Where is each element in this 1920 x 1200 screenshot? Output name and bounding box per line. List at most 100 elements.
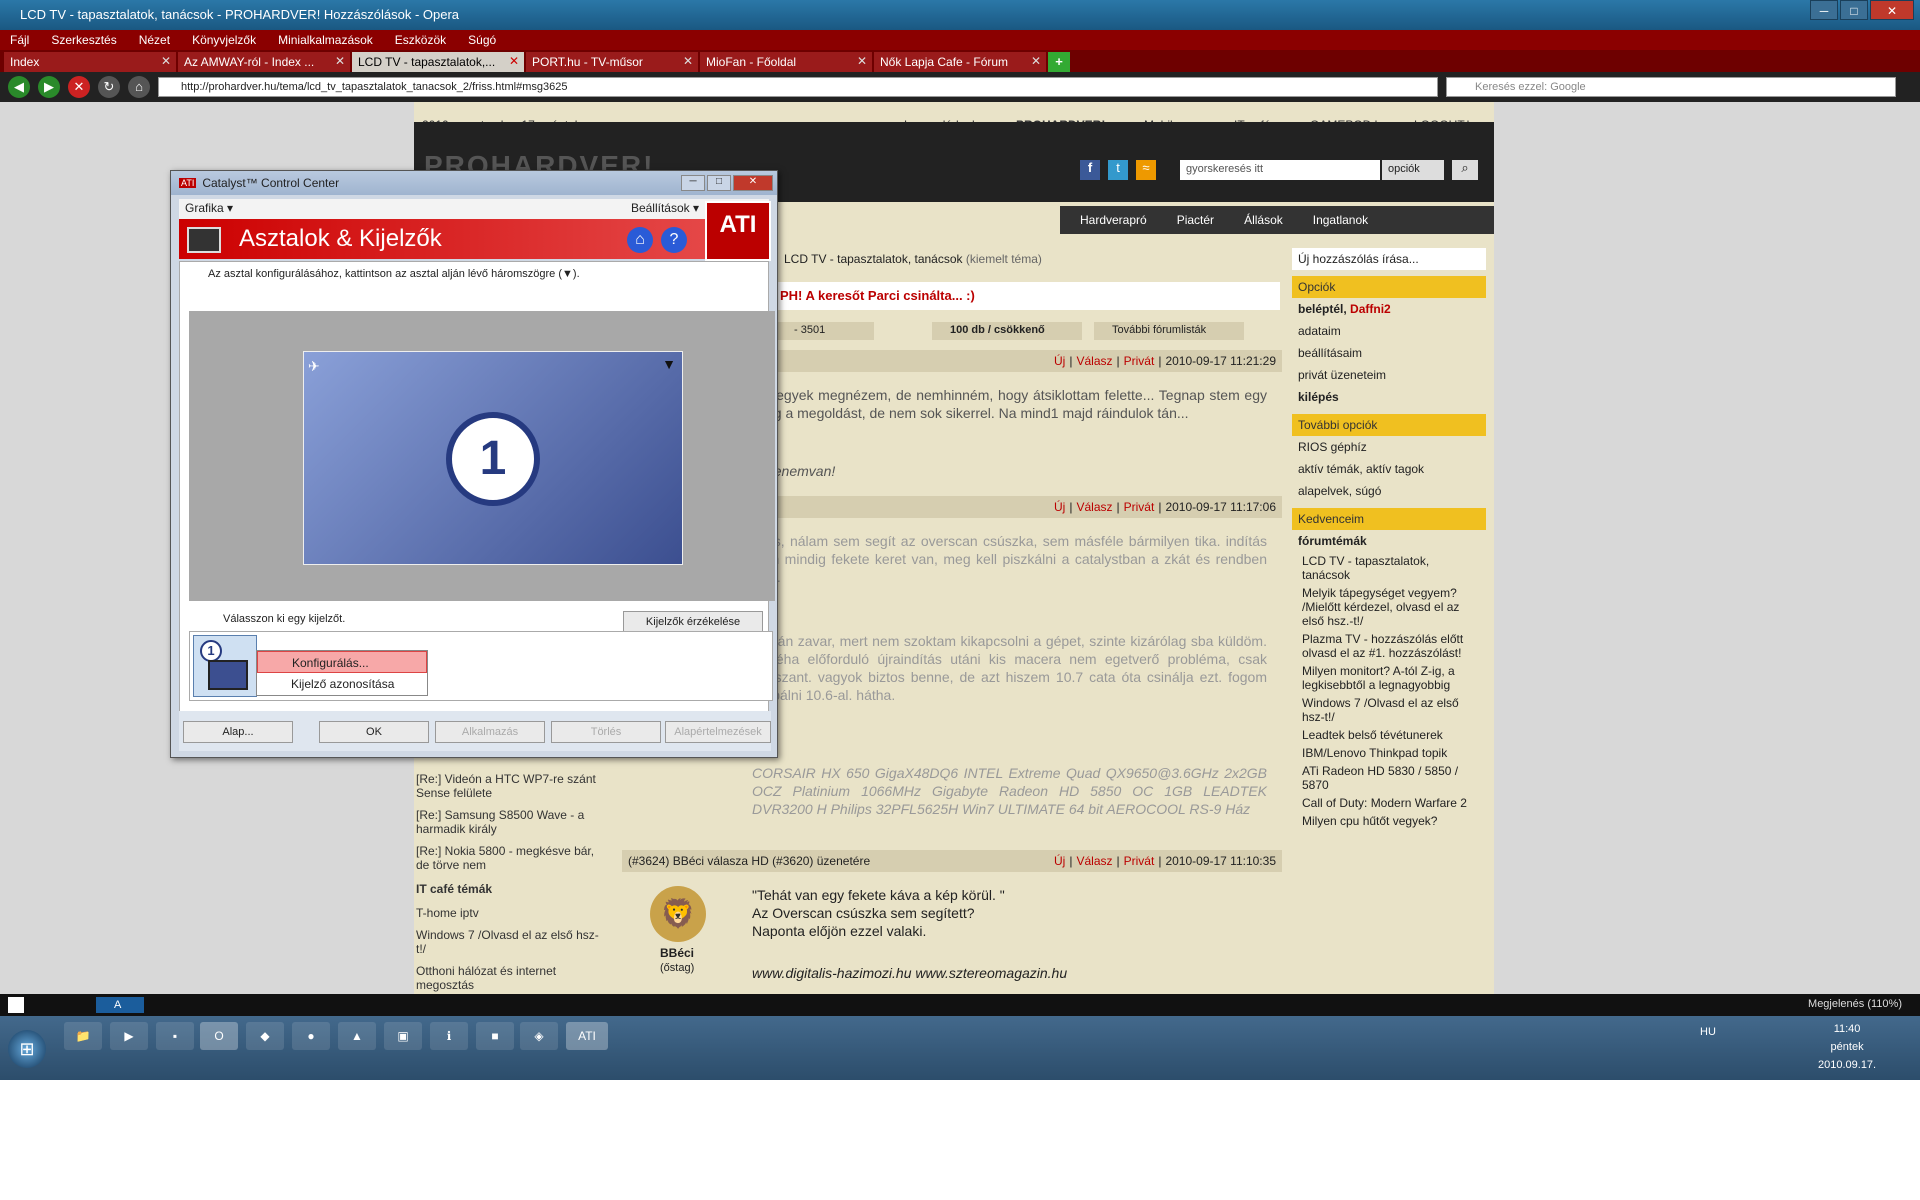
- ok-button[interactable]: OK: [319, 721, 429, 743]
- pager-select[interactable]: - 3501: [774, 322, 874, 340]
- nav-ingatlanok[interactable]: Ingatlanok: [1313, 213, 1368, 227]
- site-search-input[interactable]: gyorskeresés itt: [1180, 160, 1380, 180]
- panel-toggle-icon[interactable]: [8, 997, 24, 1013]
- basic-button[interactable]: Alap...: [183, 721, 293, 743]
- url-field[interactable]: http://prohardver.hu/tema/lcd_tv_tapaszt…: [158, 77, 1438, 97]
- left-thread-2[interactable]: [Re:] Samsung S8500 Wave - a harmadik ki…: [416, 808, 606, 836]
- settings-menu[interactable]: Beállítások ▾: [631, 201, 699, 217]
- tab-port[interactable]: PORT.hu - TV-műsor ✕: [526, 52, 698, 72]
- search-field[interactable]: Keresés ezzel: Google: [1446, 77, 1896, 97]
- nav-piacter[interactable]: Piactér: [1177, 213, 1214, 227]
- option-profile[interactable]: adataim: [1292, 320, 1486, 342]
- fav-item[interactable]: Milyen cpu hűtőt vegyek?: [1292, 812, 1486, 830]
- facebook-icon[interactable]: f: [1080, 160, 1100, 180]
- post1-reply[interactable]: Válasz: [1076, 354, 1112, 368]
- avatar[interactable]: 🦁: [650, 886, 706, 942]
- post1-private[interactable]: Privát: [1124, 354, 1155, 368]
- forward-icon[interactable]: ▶: [38, 76, 60, 98]
- left-itcafe-1[interactable]: T-home iptv: [416, 906, 606, 920]
- save-taskbar-icon[interactable]: ▪: [156, 1022, 194, 1050]
- nav-allasok[interactable]: Állások: [1244, 213, 1283, 227]
- ati-taskbar-icon[interactable]: ATI: [566, 1022, 608, 1050]
- catalyst-minimize-button[interactable]: ─: [681, 175, 705, 191]
- opera-taskbar-icon[interactable]: O: [200, 1022, 238, 1050]
- post3-new[interactable]: Új: [1054, 854, 1065, 868]
- more-option-1[interactable]: RIOS géphíz: [1292, 436, 1486, 458]
- vlc-taskbar-icon[interactable]: ▲: [338, 1022, 376, 1050]
- more-option-2[interactable]: aktív témák, aktív tagok: [1292, 458, 1486, 480]
- menu-file[interactable]: Fájl: [10, 33, 29, 47]
- post1-new[interactable]: Új: [1054, 354, 1065, 368]
- home-icon[interactable]: ⌂: [627, 227, 653, 253]
- per-page-select[interactable]: 100 db / csökkenő: [932, 322, 1082, 340]
- fav-item[interactable]: IBM/Lenovo Thinkpad topik: [1292, 744, 1486, 762]
- fav-item[interactable]: Leadtek belső tévétunerek: [1292, 726, 1486, 744]
- fav-item[interactable]: LCD TV - tapasztalatok, tanácsok: [1292, 552, 1486, 584]
- site-search-options[interactable]: opciók: [1382, 160, 1444, 180]
- site-search-icon[interactable]: ⌕: [1452, 160, 1478, 180]
- left-itcafe-3[interactable]: Otthoni hálózat és internet megosztás: [416, 964, 606, 992]
- chrome-taskbar-icon[interactable]: ●: [292, 1022, 330, 1050]
- fav-item[interactable]: Plazma TV - hozzászólás előtt olvasd el …: [1292, 630, 1486, 662]
- stop-icon[interactable]: ✕: [68, 76, 90, 98]
- reload-icon[interactable]: ↻: [98, 76, 120, 98]
- start-button[interactable]: ⊞: [8, 1030, 46, 1068]
- more-option-3[interactable]: alapelvek, súgó: [1292, 480, 1486, 502]
- tab-miofan[interactable]: MioFan - Főoldal ✕: [700, 52, 872, 72]
- media-taskbar-icon[interactable]: ▶: [110, 1022, 148, 1050]
- new-tab-button[interactable]: +: [1048, 52, 1070, 72]
- post2-new[interactable]: Új: [1054, 500, 1065, 514]
- chip-taskbar-icon[interactable]: ■: [476, 1022, 514, 1050]
- minimize-button[interactable]: ─: [1810, 0, 1838, 20]
- app-taskbar-icon[interactable]: ◆: [246, 1022, 284, 1050]
- desktop-1[interactable]: ✈ ▼ 1: [303, 351, 683, 565]
- tab-close-icon[interactable]: ✕: [857, 54, 867, 68]
- post3-reply[interactable]: Válasz: [1076, 854, 1112, 868]
- zoom-level[interactable]: Megjelenés (110%): [1808, 998, 1902, 1010]
- clock[interactable]: 11:40 péntek 2010.09.17.: [1818, 1020, 1876, 1074]
- post2-private[interactable]: Privát: [1124, 500, 1155, 514]
- app2-taskbar-icon[interactable]: ◈: [520, 1022, 558, 1050]
- post3-ref[interactable]: (#3624) BBéci válasza HD (#3620) üzeneté…: [628, 854, 1050, 868]
- language-indicator[interactable]: HU: [1700, 1026, 1716, 1038]
- option-logout[interactable]: kilépés: [1292, 386, 1486, 408]
- identify-display-menu-item[interactable]: Kijelző azonosítása: [257, 673, 427, 695]
- menu-tools[interactable]: Eszközök: [395, 33, 446, 47]
- menu-edit[interactable]: Szerkesztés: [51, 33, 116, 47]
- maximize-button[interactable]: □: [1840, 0, 1868, 20]
- close-button[interactable]: ✕: [1870, 0, 1914, 20]
- explorer-taskbar-icon[interactable]: 📁: [64, 1022, 102, 1050]
- detect-displays-button[interactable]: Kijelzők érzékelése: [623, 611, 763, 633]
- tab-noklapja[interactable]: Nők Lapja Cafe - Fórum ✕: [874, 52, 1046, 72]
- post2-reply[interactable]: Válasz: [1076, 500, 1112, 514]
- twitter-icon[interactable]: t: [1108, 160, 1128, 180]
- fav-item[interactable]: Milyen monitort? A-tól Z-ig, a legkisebb…: [1292, 662, 1486, 694]
- catalyst-titlebar[interactable]: ATI Catalyst™ Control Center ─ □ ✕: [171, 171, 777, 195]
- left-itcafe-2[interactable]: Windows 7 /Olvasd el az első hsz-t!/: [416, 928, 606, 956]
- display-1-tile[interactable]: 1: [193, 635, 257, 697]
- menu-view[interactable]: Nézet: [139, 33, 170, 47]
- defaults-button[interactable]: Alapértelmezések: [665, 721, 771, 743]
- configure-menu-item[interactable]: Konfigurálás...: [257, 651, 427, 673]
- new-post-link[interactable]: Új hozzászólás írása...: [1292, 248, 1486, 270]
- option-settings[interactable]: beállításaim: [1292, 342, 1486, 364]
- tab-close-icon[interactable]: ✕: [335, 54, 345, 68]
- catalyst-close-button[interactable]: ✕: [733, 175, 773, 191]
- tab-amway[interactable]: Az AMWAY-ról - Index ... ✕: [178, 52, 350, 72]
- fav-item[interactable]: ATi Radeon HD 5830 / 5850 / 5870: [1292, 762, 1486, 794]
- option-messages[interactable]: privát üzeneteim: [1292, 364, 1486, 386]
- discard-button[interactable]: Törlés: [551, 721, 661, 743]
- more-lists-select[interactable]: További fórumlisták: [1094, 322, 1244, 340]
- apply-button[interactable]: Alkalmazás: [435, 721, 545, 743]
- tab-close-icon[interactable]: ✕: [683, 54, 693, 68]
- home-icon[interactable]: ⌂: [128, 76, 150, 98]
- fav-item[interactable]: Windows 7 /Olvasd el az első hsz-t!/: [1292, 694, 1486, 726]
- catalyst-maximize-button[interactable]: □: [707, 175, 731, 191]
- left-thread-1[interactable]: [Re:] Videón a HTC WP7-re szánt Sense fe…: [416, 772, 606, 800]
- menu-widgets[interactable]: Minialkalmazások: [278, 33, 373, 47]
- menu-help[interactable]: Súgó: [468, 33, 496, 47]
- graphics-menu[interactable]: Grafika ▾: [185, 201, 233, 217]
- tab-close-icon[interactable]: ✕: [1031, 54, 1041, 68]
- fav-item[interactable]: Melyik tápegységet vegyem? /Mielőtt kérd…: [1292, 584, 1486, 630]
- help-icon[interactable]: ?: [661, 227, 687, 253]
